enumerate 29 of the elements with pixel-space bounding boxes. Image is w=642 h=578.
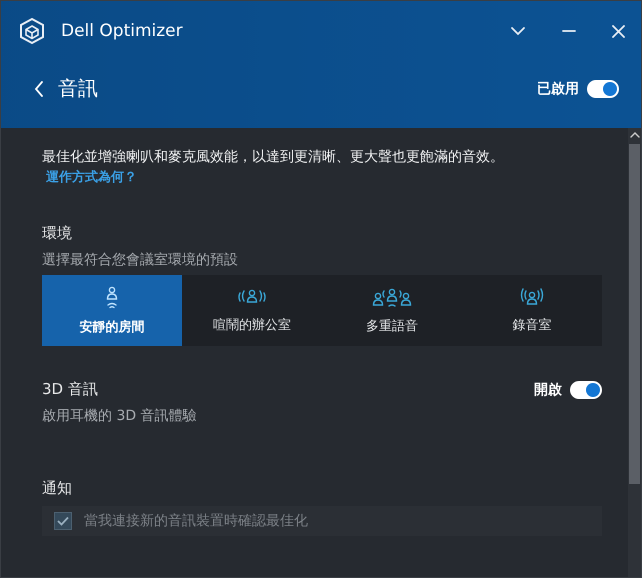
group-icon <box>370 286 414 308</box>
preset-tab[interactable]: 喧鬧的辦公室 <box>182 275 322 346</box>
toggle-label: 已啟用 <box>537 80 579 98</box>
preset-tab[interactable]: 多重語音 <box>322 275 462 346</box>
description-text: 最佳化並增強喇叭和麥克風效能，以達到更清晰、更大聲也更飽滿的音效。 <box>42 148 504 166</box>
preset-tab[interactable]: 安靜的房間 <box>42 275 182 346</box>
person-broadcast-icon <box>520 288 544 308</box>
cube-logo-icon <box>19 17 45 45</box>
toggle-switch[interactable] <box>587 80 619 98</box>
section-title: 環境 <box>42 224 72 243</box>
checkbox-label: 當我連接新的音訊裝置時確認最佳化 <box>84 512 308 530</box>
section-subtitle: 啟用耳機的 3D 音訊體驗 <box>42 407 197 425</box>
window-title: Dell Optimizer <box>61 21 183 41</box>
minimize-icon <box>562 30 576 32</box>
scrollbar-thumb[interactable] <box>629 144 640 484</box>
scrollbar[interactable] <box>628 128 641 577</box>
close-icon <box>612 24 625 38</box>
help-link[interactable]: 運作方式為何？ <box>46 168 137 186</box>
back-icon <box>34 80 44 96</box>
section-title: 3D 音訊 <box>42 380 98 399</box>
section-subtitle: 選擇最符合您會議室環境的預設 <box>42 251 238 269</box>
scroll-up-icon <box>630 132 640 138</box>
toggle-switch[interactable] <box>570 380 602 398</box>
page-title: 音訊 <box>58 75 98 102</box>
preset-tab[interactable]: 錄音室 <box>462 275 602 346</box>
check-icon <box>57 516 69 526</box>
toggle-label: 開啟 <box>534 380 562 398</box>
section-title: 通知 <box>42 479 72 498</box>
chevron-down-icon <box>510 26 526 36</box>
